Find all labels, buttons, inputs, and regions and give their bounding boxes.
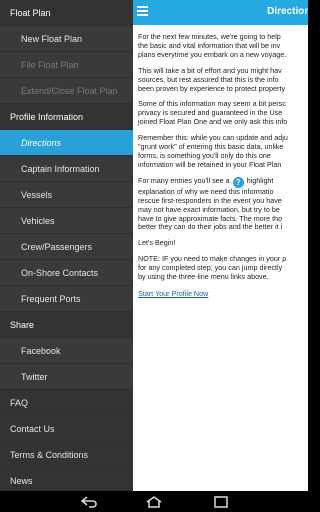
home-icon[interactable] xyxy=(143,495,165,509)
section-profile-information: Profile Information xyxy=(0,104,133,130)
sidebar-item-captain-information[interactable]: Captain Information xyxy=(0,156,133,182)
paragraph-effort: This will take a bit of effort and you m… xyxy=(138,65,308,94)
sidebar-item-faq[interactable]: FAQ xyxy=(0,390,133,416)
sidebar-item-terms-conditions[interactable]: Terms & Conditions xyxy=(0,442,133,468)
text-line: privacy is secured and guaranteed in the… xyxy=(138,108,283,118)
sidebar-item-twitter[interactable]: Twitter xyxy=(0,364,133,390)
paragraph-intro: For the next few minutes, we're going to… xyxy=(138,32,308,60)
sidebar-item-on-shore-contacts[interactable]: On-Shore Contacts xyxy=(0,260,133,286)
text-line: information will be retained in your Flo… xyxy=(138,159,282,169)
sidebar-item-vehicles[interactable]: Vehicles xyxy=(0,208,133,234)
sidebar-item-new-float-plan[interactable]: New Float Plan xyxy=(0,26,133,52)
text-line: sources, but rest assured that this is t… xyxy=(138,74,279,84)
sidebar-item-news[interactable]: News xyxy=(0,468,133,491)
text-line: Remember this: while you can update and … xyxy=(138,133,288,143)
paragraph-remember: Remember this: while you can update and … xyxy=(138,133,308,170)
sidebar-item-facebook[interactable]: Facebook xyxy=(0,338,133,364)
top-app-bar: Directions xyxy=(133,0,308,25)
text-line: Some of this information may seem a bit … xyxy=(138,99,286,109)
text-line: plans everytime you embark on a new voya… xyxy=(138,49,287,59)
hamburger-menu-icon[interactable] xyxy=(137,6,148,18)
text-line: joined Float Plan One and we only ask th… xyxy=(138,117,288,127)
start-profile-link[interactable]: Start Your Profile Now xyxy=(138,289,308,298)
text-line: NOTE: IF you need to make changes in you… xyxy=(138,254,287,264)
sidebar-item-vessels[interactable]: Vessels xyxy=(0,182,133,208)
recent-apps-icon[interactable] xyxy=(210,495,232,509)
section-share: Share xyxy=(0,312,133,338)
sidebar-item-file-float-plan: File Float Plan xyxy=(0,52,133,78)
page-title: Directions xyxy=(267,6,308,17)
text-line: This will take a bit of effort and you m… xyxy=(138,65,282,75)
text-line: have to give approximate facts. The more… xyxy=(138,213,283,223)
text-line: for any completed step, you can jump dir… xyxy=(138,263,283,273)
text-line: may not have exact information, but try … xyxy=(138,204,280,214)
text-line: "grunt work" of entering this basic data… xyxy=(138,142,284,152)
sidebar-item-frequent-ports[interactable]: Frequent Ports xyxy=(0,286,133,312)
text-line: explanation of why we need this informat… xyxy=(138,186,274,196)
paragraph-privacy: Some of this information may seem a bit … xyxy=(138,99,308,127)
text-line: by using the three-line menu links above… xyxy=(138,272,269,282)
text-line: rescue first-responders in the event you… xyxy=(138,195,282,205)
sidebar: Float Plan New Float Plan File Float Plan E… xyxy=(0,0,133,491)
text-line: the basic and vital information that wil… xyxy=(138,40,281,50)
main-panel: Directions For the next few minutes, we'… xyxy=(133,0,308,491)
directions-content: For the next few minutes, we're going to… xyxy=(133,25,308,298)
text-line: better they can do their jobs and the be… xyxy=(138,222,283,232)
paragraph-help-icons: For many entries you'll see a ? highligh… xyxy=(138,175,283,232)
sidebar-item-crew-passengers[interactable]: Crew/Passengers xyxy=(0,234,133,260)
system-navigation-bar xyxy=(0,491,308,512)
text-line: been proven by experience to protect pro… xyxy=(138,83,286,93)
sidebar-item-directions[interactable]: Directions xyxy=(0,130,133,156)
section-float-plan: Float Plan xyxy=(0,0,133,26)
paragraph-note: NOTE: IF you need to make changes in you… xyxy=(138,254,308,282)
paragraph-lets-begin: Let's Begin! xyxy=(138,238,176,248)
back-icon[interactable] xyxy=(78,495,100,509)
text-line: For the next few minutes, we're going to… xyxy=(138,32,281,41)
sidebar-item-contact-us[interactable]: Contact Us xyxy=(0,416,133,442)
text-line: forms, is something you'll only do this … xyxy=(138,150,271,160)
sidebar-item-extend-close-float-plan: Extend/Close Float Plan xyxy=(0,78,133,104)
